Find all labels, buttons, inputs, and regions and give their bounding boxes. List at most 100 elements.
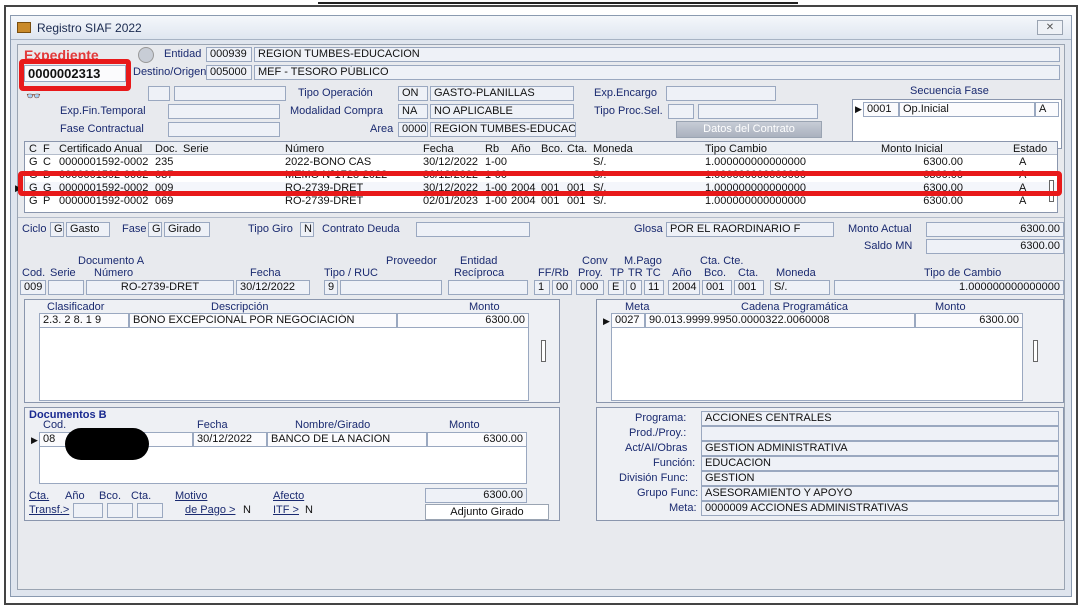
saldo-mn-value: 6300.00 (926, 239, 1064, 254)
col-c: C (29, 143, 37, 155)
close-icon[interactable]: ✕ (1037, 20, 1063, 35)
clasificador-code[interactable]: 2.3. 2 8. 1 9 (39, 313, 129, 328)
docb-nombre-label: Nombre/Girado (295, 419, 371, 431)
transf-bco-label: Bco. (99, 490, 122, 502)
programa-value: ACCIONES CENTRALES (701, 411, 1059, 426)
cta-bco-value: 001 (702, 280, 732, 295)
docb-cod-label: Cod. (43, 419, 67, 431)
docb-fecha[interactable]: 30/12/2022 (193, 432, 267, 447)
cell-certificado: 0000001592-0002 (59, 195, 149, 207)
doc-a-fecha: 30/12/2022 (236, 280, 310, 295)
docb-row-indicator: ▶ (31, 435, 38, 445)
proveedor-tipo: 9 (324, 280, 338, 295)
tc-value: 11 (644, 280, 664, 295)
siaf-window: Registro SIAF 2022 ✕ Expediente Entidad … (10, 15, 1072, 597)
selected-row-highlight (18, 171, 1062, 196)
ciclo-label: Ciclo (22, 223, 47, 235)
docb-monto-label: Monto (449, 419, 480, 431)
doc-a-numero: RO-2739-DRET (86, 280, 234, 295)
transf-cta-label[interactable]: Cta. (29, 490, 49, 502)
title-bar: Registro SIAF 2022 ✕ (11, 16, 1071, 40)
fase-code: G (148, 222, 162, 237)
clasificador-scrollbar[interactable] (541, 340, 546, 362)
cell-numero: RO-2739-DRET (285, 195, 364, 207)
descripcion-header: Descripción (211, 301, 269, 313)
modalidad-value: NO APLICABLE (430, 104, 574, 119)
top-rule (318, 2, 798, 4)
meta-monto[interactable]: 6300.00 (915, 313, 1023, 328)
cta-cta-label: Cta. (738, 267, 759, 279)
prod-label: Prod./Proy.: (629, 427, 687, 439)
cell-fecha: 30/12/2022 (423, 156, 479, 168)
table-row[interactable]: G C 0000001592-0002 235 2022-BONO CAS 30/12/2… (25, 156, 1057, 168)
meta-label: Meta: (669, 502, 697, 514)
meta-scrollbar[interactable] (1033, 340, 1038, 362)
cta-bco-label: Bco. (704, 267, 727, 279)
adjunto-girado-button[interactable]: Adjunto Girado (425, 504, 549, 520)
transf-link[interactable]: Transf.> (29, 504, 69, 516)
cell-cta: 001 (567, 195, 586, 207)
itf-link[interactable]: ITF > (273, 504, 299, 516)
moneda-label: Moneda (776, 267, 816, 279)
datos-contrato-button[interactable]: Datos del Contrato (676, 121, 822, 138)
act-label: Act/AI/Obras (625, 442, 688, 454)
clasificador-desc[interactable]: BONO EXCEPCIONAL POR NEGOCIACIÓN (129, 313, 397, 328)
tipo-proc-sel-value (698, 104, 818, 119)
programa-panel: Programa: ACCIONES CENTRALES Prod./Proy.… (596, 407, 1064, 521)
secuencia-code[interactable]: 0001 (863, 102, 899, 117)
col-rb: Rb (485, 143, 500, 155)
meta-cadena[interactable]: 90.013.9999.9950.0000322.0060008 (645, 313, 915, 328)
cell-tipo-cambio: 1.000000000000000 (705, 156, 806, 168)
binoculars-icon[interactable]: 👓 (26, 89, 41, 103)
motivo-link[interactable]: de Pago > (185, 504, 235, 516)
area-value: REGION TUMBES-EDUCACION (430, 122, 576, 137)
col-numero: Número (285, 143, 325, 155)
col-serie: Serie (183, 143, 209, 155)
entidad-code: 000939 (206, 47, 252, 62)
cell-fecha: 02/01/2023 (423, 195, 479, 207)
secuencia-value[interactable]: Op.Inicial (899, 102, 1035, 117)
entidad-name: REGION TUMBES-EDUCACION (254, 47, 1060, 62)
exp-fin-temporal-field (168, 104, 280, 119)
doc-a-serie (48, 280, 84, 295)
tipo-cambio-label: Tipo de Cambio (924, 267, 1002, 279)
clasificador-panel: Clasificador Descripción Monto 2.3. 2 8.… (24, 299, 560, 403)
col-f: F (43, 143, 50, 155)
monto-actual-label: Monto Actual (848, 223, 912, 235)
cta-cte-title: Cta. Cte. (700, 255, 744, 267)
tp-value: E (608, 280, 624, 295)
prod-value (701, 426, 1059, 441)
small-field-2 (174, 86, 286, 101)
col-fecha: Fecha (423, 143, 454, 155)
cell-monto-inicial: 6300.00 (923, 156, 963, 168)
docb-nombre[interactable]: BANCO DE LA NACION (267, 432, 427, 447)
table-row[interactable]: G P 0000001592-0002 069 RO-2739-DRET 02/01/20… (25, 195, 1057, 207)
meta-panel: Meta Cadena Programática Monto ▶ 0027 90… (596, 299, 1064, 403)
meta-value: 0000009 ACCIONES ADMINISTRATIVAS (701, 501, 1059, 516)
entidad-rec-title: Entidad (460, 255, 498, 267)
meta-code[interactable]: 0027 (611, 313, 645, 328)
col-moneda: Moneda (593, 143, 633, 155)
proy-value: 000 (576, 280, 604, 295)
docb-monto[interactable]: 6300.00 (427, 432, 527, 447)
modalidad-label: Modalidad Compra (290, 105, 383, 117)
col-bco: Bco. (541, 143, 564, 155)
glosa-value: POR EL RAORDINARIO F (666, 222, 834, 237)
documentos-b-panel: Documentos B Cod. Fecha Nombre/Girado Mo… (24, 407, 560, 521)
tp-label: TP (610, 267, 625, 279)
saldo-mn-label: Saldo MN (864, 240, 913, 252)
docb-total: 6300.00 (425, 488, 527, 503)
clasificador-monto[interactable]: 6300.00 (397, 313, 529, 328)
area-code: 0000 (398, 122, 428, 137)
afecto-label: Afecto (273, 490, 305, 502)
secuencia-flag[interactable]: A (1035, 102, 1059, 117)
ff-rb-label: FF/Rb (538, 267, 569, 279)
tipo-cambio-value: 1.000000000000000 (834, 280, 1064, 295)
transf-bco-field (107, 503, 133, 518)
meta-header: Meta (625, 301, 650, 313)
fase-contractual-label: Fase Contractual (60, 123, 144, 135)
fase-contractual-field (168, 122, 280, 137)
area-label: Area (370, 123, 394, 135)
ciclo-value: Gasto (66, 222, 110, 237)
app-icon (17, 22, 31, 33)
